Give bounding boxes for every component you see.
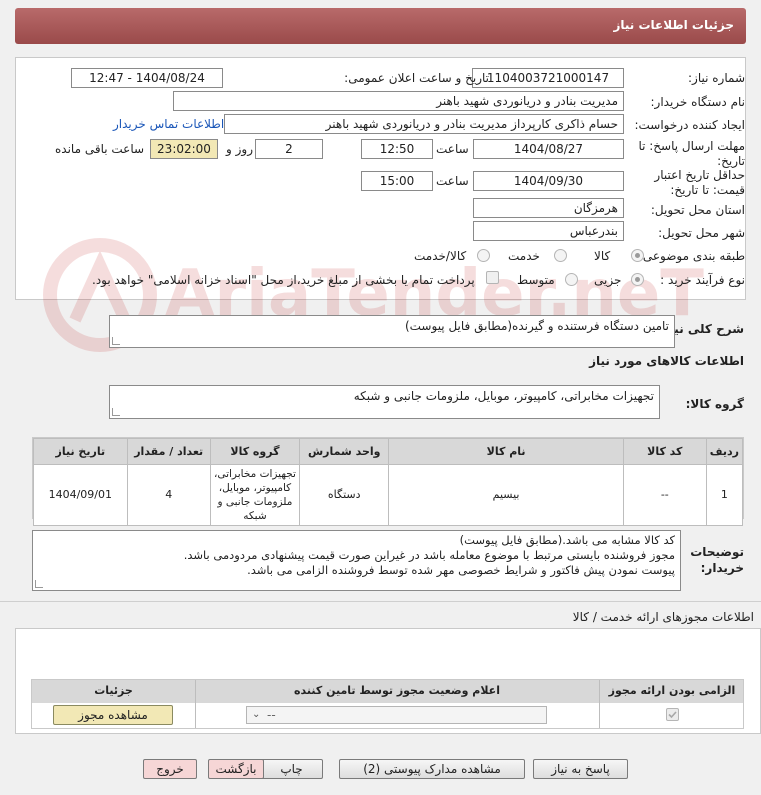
remaining-time-field: 23:02:00: [150, 139, 218, 159]
buyer-note-line: پیوست نمودن پیش فاکتور و شرایط خصوصی مهر…: [247, 563, 675, 577]
announce-field: 1404/08/24 - 12:47: [71, 68, 223, 88]
buyer-org-label: نام دستگاه خریدار:: [650, 95, 746, 109]
process-medium-label: متوسط: [517, 273, 555, 287]
cell-date: 1404/09/01: [33, 464, 128, 526]
city-label: شهر محل تحویل:: [658, 226, 745, 240]
city-field: بندرعباس: [473, 221, 624, 241]
page-header: جزئیات اطلاعات نیاز: [15, 8, 746, 44]
buyer-note-line: مجوز فروشنده بایستی مرتبط با موضوع معامل…: [183, 548, 675, 562]
days-field: 2: [255, 139, 323, 159]
attachments-button[interactable]: مشاهده مدارک پیوستی (2): [339, 759, 525, 779]
deadline-label-date: تاریخ:: [717, 154, 745, 168]
permits-title: اطلاعات مجوزهای ارائه خدمت / کالا: [572, 610, 754, 624]
table-row: 1 -- بیسیم دستگاه تجهیزات مخابراتی، کامپ…: [33, 464, 744, 526]
cell-unit: دستگاه: [299, 464, 390, 526]
section-divider: [0, 601, 761, 602]
cell-row: 1: [705, 464, 744, 526]
col-date: تاریخ نیاز: [33, 438, 128, 465]
process-medium-radio[interactable]: [565, 273, 578, 286]
check-icon: [668, 711, 677, 719]
deadline-date-field: 1404/08/27: [473, 139, 624, 159]
permit-required-checkbox[interactable]: [666, 708, 679, 721]
category-service-radio[interactable]: [554, 249, 567, 262]
treasury-payment-checkbox[interactable]: [486, 271, 499, 284]
permit-status-value: --: [267, 708, 276, 722]
items-table-header: ردیف کد کالا نام کالا واحد شمارش گروه کا…: [33, 438, 744, 465]
resize-handle-icon[interactable]: [112, 337, 120, 345]
validity-label-date: قیمت: تا تاریخ:: [670, 183, 745, 197]
resize-handle-icon[interactable]: [35, 580, 43, 588]
permits-col-required: الزامی بودن ارائه مجوز: [608, 684, 736, 697]
col-unit: واحد شمارش: [299, 438, 390, 465]
announce-label: تاریخ و ساعت اعلان عمومی:: [344, 71, 489, 85]
cell-name: بیسیم: [388, 464, 624, 526]
validity-time-label: ساعت: [436, 174, 469, 188]
category-service-label: خدمت: [508, 249, 540, 263]
category-label: طبقه بندی موضوعی:: [638, 249, 745, 263]
contact-buyer-link[interactable]: اطلاعات تماس خریدار: [113, 117, 224, 131]
page-title: جزئیات اطلاعات نیاز: [613, 18, 734, 32]
chevron-down-icon: ⌄: [252, 709, 261, 720]
view-permit-button[interactable]: مشاهده مجوز: [53, 705, 173, 725]
deadline-label: مهلت ارسال پاسخ: تا: [638, 139, 745, 153]
category-goods-radio[interactable]: [631, 249, 644, 262]
exit-button[interactable]: خروج: [143, 759, 197, 779]
back-button[interactable]: بازگشت: [208, 759, 264, 779]
goods-section-title: اطلاعات کالاهای مورد نیاز: [589, 354, 744, 368]
category-goods-service-radio[interactable]: [477, 249, 490, 262]
remaining-label: ساعت باقی مانده: [55, 142, 145, 156]
buyer-notes-label-2: خریدار:: [700, 561, 744, 575]
permits-table: الزامی بودن ارائه مجوز اعلام وضعیت مجوز …: [31, 679, 744, 729]
print-button[interactable]: چاپ: [260, 759, 323, 779]
items-table-wrapper: ردیف کد کالا نام کالا واحد شمارش گروه کا…: [32, 437, 744, 526]
col-group: گروه کالا: [209, 438, 301, 465]
permits-col-details: جزئیات: [94, 684, 133, 697]
buyer-notes-label: توضیحات: [690, 545, 744, 559]
items-table: ردیف کد کالا نام کالا واحد شمارش گروه کا…: [33, 438, 744, 526]
requester-field: حسام ذاکری کارپرداز مدیریت بنادر و دریان…: [224, 114, 624, 134]
treasury-payment-note: پرداخت تمام یا بخشی از مبلغ خرید،از محل …: [92, 273, 475, 287]
deadline-time-field: 12:50: [361, 139, 433, 159]
requester-label: ایجاد کننده درخواست:: [634, 118, 745, 132]
deadline-time-label: ساعت: [436, 142, 469, 156]
buyer-note-line: کد کالا مشابه می باشد.(مطابق فایل پیوست): [459, 533, 675, 547]
permits-col-divider: [599, 680, 600, 728]
goods-group-text: تجهیزات مخابراتی، کامپیوتر، موبایل، ملزو…: [353, 389, 654, 403]
cell-code: --: [622, 464, 707, 526]
validity-time-field: 15:00: [361, 171, 433, 191]
validity-label: حداقل تاریخ اعتبار: [654, 168, 745, 182]
cell-qty: 4: [126, 464, 211, 526]
days-label: روز و: [226, 142, 253, 156]
goods-group-textarea[interactable]: تجهیزات مخابراتی، کامپیوتر، موبایل، ملزو…: [109, 385, 660, 419]
province-field: هرمزگان: [473, 198, 624, 218]
process-small-label: جزیی: [594, 273, 622, 287]
reply-button[interactable]: پاسخ به نیاز: [533, 759, 628, 779]
cell-group: تجهیزات مخابراتی، کامپیوتر، موبایل، ملزو…: [209, 464, 301, 526]
province-label: استان محل تحویل:: [650, 203, 745, 217]
col-name: نام کالا: [388, 438, 624, 465]
process-label: نوع فرآیند خرید :: [660, 273, 745, 287]
col-row: ردیف: [705, 438, 744, 465]
buyer-notes-textarea[interactable]: کد کالا مشابه می باشد.(مطابق فایل پیوست)…: [32, 530, 681, 591]
permit-status-select[interactable]: -- ⌄: [246, 706, 547, 724]
summary-text: تامین دستگاه فرستنده و گیرنده(مطابق فایل…: [404, 319, 669, 333]
resize-handle-icon[interactable]: [112, 408, 120, 416]
col-qty: تعداد / مقدار: [126, 438, 211, 465]
category-goods-service-label: کالا/خدمت: [414, 249, 467, 263]
permits-col-divider: [195, 680, 196, 728]
goods-group-label: گروه کالا:: [685, 397, 744, 411]
validity-date-field: 1404/09/30: [473, 171, 624, 191]
need-number-field: 1104003721000147: [472, 68, 624, 88]
process-small-radio[interactable]: [631, 273, 644, 286]
buyer-org-field: مدیریت بنادر و دریانوردی شهید باهنر: [173, 91, 624, 111]
category-goods-label: کالا: [594, 249, 611, 263]
need-number-label: شماره نیاز:: [688, 71, 745, 85]
permits-col-status: اعلام وضعیت مجوز توسط تامین کننده: [294, 684, 500, 697]
summary-textarea[interactable]: تامین دستگاه فرستنده و گیرنده(مطابق فایل…: [109, 315, 675, 348]
col-code: کد کالا: [622, 438, 707, 465]
